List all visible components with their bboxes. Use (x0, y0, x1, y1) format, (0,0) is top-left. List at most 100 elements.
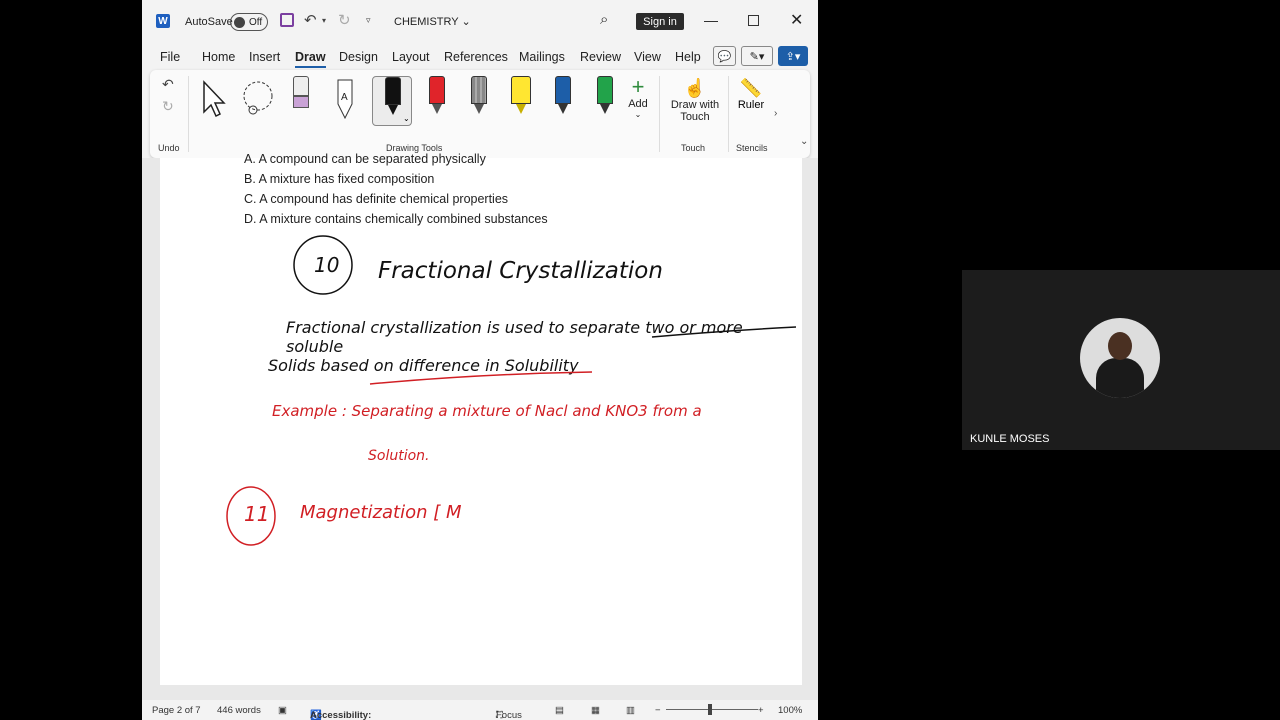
draw-ribbon: ↶ ↻ Undo A ⌄ + Add ⌄ Drawing Tools ☝ Dra… (150, 70, 810, 158)
ribbon-undo-icon[interactable]: ↶ (162, 76, 174, 93)
tab-design[interactable]: Design (339, 50, 378, 64)
avatar-body (1096, 358, 1144, 398)
zoom-slider-thumb[interactable] (708, 704, 712, 715)
autosave-toggle[interactable]: Off (230, 13, 268, 31)
minimize-icon[interactable]: — (704, 12, 718, 28)
read-mode-icon[interactable]: ▤ (555, 705, 564, 716)
sign-in-button[interactable]: Sign in (636, 13, 684, 30)
editing-mode-button[interactable]: ✎▾ (741, 46, 773, 66)
plus-icon: + (631, 74, 645, 99)
touch-hand-icon: ☝ (683, 78, 707, 98)
green-pen-icon (597, 76, 613, 104)
tab-mailings[interactable]: Mailings (519, 50, 565, 64)
document-title[interactable]: CHEMISTRY ⌄ (394, 15, 471, 28)
comment-icon: 💬 (717, 50, 732, 63)
red-pen-tool[interactable] (420, 76, 454, 122)
ink-example-cont: Solution. (368, 448, 430, 464)
toggle-knob (234, 16, 245, 28)
highlighter-tip (516, 104, 526, 114)
black-pen-tool[interactable]: ⌄ (372, 76, 412, 126)
scroll-right-icon[interactable]: › (774, 108, 777, 119)
ink-number-10: 10 (314, 253, 340, 277)
select-tool[interactable] (196, 76, 230, 122)
zoom-in-icon[interactable]: + (758, 705, 764, 716)
avatar-head (1108, 332, 1132, 360)
tab-layout[interactable]: Layout (392, 50, 430, 64)
word-window: W AutoSave Off ↶ ▾ ↻ ▿ CHEMISTRY ⌄ ⌕ Sig… (142, 0, 818, 720)
video-tile: KUNLE MOSES (962, 270, 1280, 450)
customize-qat-icon[interactable]: ▿ (366, 15, 371, 26)
zoom-out-icon[interactable]: − (655, 705, 661, 716)
tab-view[interactable]: View (634, 50, 661, 64)
comments-button[interactable]: 💬 (713, 46, 736, 66)
undo-icon[interactable]: ↶ (304, 11, 317, 29)
blue-pen-tip (558, 104, 568, 114)
web-layout-icon[interactable]: ▥ (626, 705, 635, 716)
autosave-state: Off (249, 16, 263, 28)
undo-dropdown-icon[interactable]: ▾ (322, 16, 326, 25)
participant-avatar (1080, 318, 1160, 398)
lasso-select-tool[interactable] (240, 76, 274, 122)
pen-dropdown-icon[interactable]: ⌄ (403, 114, 410, 123)
black-pen-icon (385, 77, 401, 105)
tab-review[interactable]: Review (580, 50, 621, 64)
redo-icon[interactable]: ↻ (338, 11, 351, 29)
option-a: A. A compound can be separated physicall… (244, 152, 486, 166)
search-icon[interactable]: ⌕ (600, 11, 608, 28)
tab-file[interactable]: File (160, 50, 180, 64)
pencil-tool[interactable] (462, 76, 496, 122)
red-pen-tip (432, 104, 442, 114)
proofing-icon[interactable]: ▣ (278, 705, 287, 716)
undo-group-label: Undo (158, 143, 180, 153)
blue-pen-tool[interactable] (546, 76, 580, 122)
action-pen-icon: A (337, 79, 353, 120)
tab-insert[interactable]: Insert (249, 50, 280, 64)
tab-help[interactable]: Help (675, 50, 701, 64)
svg-text:A: A (341, 92, 348, 103)
ruler-button[interactable]: 📏 Ruler (736, 78, 766, 111)
action-pen-tool[interactable]: A (328, 76, 362, 122)
green-pen-tool[interactable] (588, 76, 622, 122)
eraser-icon (293, 96, 309, 108)
tab-home[interactable]: Home (202, 50, 235, 64)
ink-number-11: 11 (244, 502, 270, 526)
ink-underline-1 (651, 326, 797, 338)
document-page[interactable]: A. A compound can be separated physicall… (160, 152, 802, 685)
participant-name: KUNLE MOSES (970, 433, 1050, 445)
add-label: Add (628, 98, 648, 110)
print-layout-icon[interactable]: ▦ (591, 705, 600, 716)
cursor-icon (203, 80, 226, 118)
zoom-slider-track[interactable] (666, 709, 758, 710)
black-pen-tip (388, 105, 398, 115)
separator (188, 76, 189, 152)
green-pen-tip (600, 104, 610, 114)
pencil-icon (471, 76, 487, 104)
blue-pen-icon (555, 76, 571, 104)
highlighter-tool[interactable] (504, 76, 538, 122)
share-button[interactable]: ⇪▾ (778, 46, 808, 66)
ink-example: Example : Separating a mixture of Nacl a… (272, 402, 702, 420)
add-pen-button[interactable]: + Add ⌄ (626, 74, 650, 120)
save-icon[interactable] (280, 13, 294, 27)
ribbon-collapse-icon[interactable]: ⌄ (800, 136, 808, 147)
pencil-tip (474, 104, 484, 114)
zoom-level[interactable]: 100% (778, 705, 802, 716)
stencils-group-label: Stencils (736, 143, 768, 153)
draw-with-touch-label: Draw with Touch (670, 99, 720, 123)
separator (728, 76, 729, 152)
ruler-label: Ruler (737, 99, 765, 111)
ribbon-tabs: File Home Insert Draw Design Layout Refe… (142, 42, 818, 70)
word-count[interactable]: 446 words (217, 705, 261, 716)
status-bar: Page 2 of 7 446 words ▣ ♿ Accessibility:… (142, 700, 818, 720)
close-icon[interactable]: ✕ (790, 10, 803, 30)
ink-underline-2 (369, 371, 593, 385)
tab-references[interactable]: References (444, 50, 508, 64)
maximize-icon[interactable] (748, 15, 759, 26)
eraser-tool[interactable] (284, 76, 318, 122)
share-icon: ⇪▾ (785, 50, 801, 63)
tab-draw[interactable]: Draw (295, 50, 326, 68)
draw-with-touch-button[interactable]: ☝ Draw with Touch (666, 78, 724, 123)
touch-group-label: Touch (681, 143, 706, 153)
ribbon-redo-icon[interactable]: ↻ (162, 98, 174, 115)
page-count[interactable]: Page 2 of 7 (152, 705, 201, 716)
